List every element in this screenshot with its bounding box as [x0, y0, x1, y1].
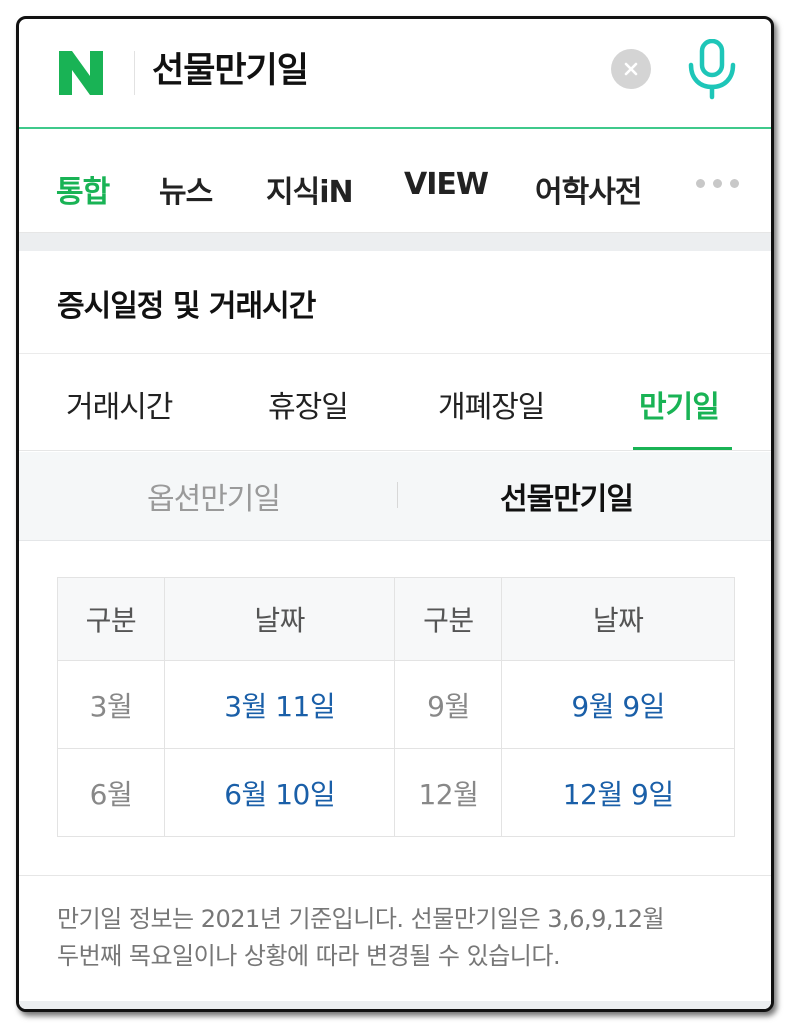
table-header-row: 구분 날짜 구분 날짜 [57, 577, 735, 661]
card-sub-tabs: 거래시간 휴장일 개폐장일 만기일 [19, 354, 771, 451]
tab-view[interactable]: VIEW [404, 167, 489, 202]
tab-integrated[interactable]: 통합 [56, 167, 110, 211]
microphone-icon[interactable] [684, 39, 740, 101]
more-icon[interactable] [696, 179, 739, 188]
clear-search-button[interactable] [611, 49, 651, 89]
active-tab-indicator [633, 447, 732, 450]
search-divider [134, 51, 135, 95]
header-category: 구분 [394, 577, 503, 661]
header-date: 날짜 [163, 577, 396, 661]
date-cell[interactable]: 3월 11일 [163, 660, 396, 749]
sub-tab-holidays[interactable]: 휴장일 [268, 382, 349, 426]
segment-option-expiration[interactable]: 옵션만기일 [147, 474, 281, 518]
tab-news[interactable]: 뉴스 [159, 167, 213, 211]
month-cell: 9월 [394, 660, 503, 749]
tab-dictionary[interactable]: 어학사전 [535, 167, 642, 211]
date-cell[interactable]: 6월 10일 [163, 748, 396, 837]
section-gap [19, 233, 771, 251]
month-cell: 3월 [57, 660, 165, 749]
notice-text: 만기일 정보는 2021년 기준입니다. 선물만기일은 3,6,9,12월 두번… [57, 901, 747, 975]
expiration-type-switch: 옵션만기일 선물만기일 [19, 452, 771, 541]
sub-tab-trading-hours[interactable]: 거래시간 [66, 382, 173, 426]
phone-frame: 선물만기일 통합 뉴스 지식iN VIEW 어학사전 증시일정 및 거래시간 거… [16, 16, 774, 1012]
sub-tab-expiration[interactable]: 만기일 [639, 382, 720, 426]
footer-gap [19, 1001, 771, 1009]
header-date: 날짜 [501, 577, 735, 661]
segment-divider [397, 482, 398, 508]
table-row: 3월 3월 11일 9월 9월 9일 [57, 660, 735, 749]
date-cell[interactable]: 12월 9일 [501, 748, 735, 837]
tab-kin[interactable]: 지식iN [266, 167, 354, 211]
header-category: 구분 [57, 577, 165, 661]
segment-futures-expiration[interactable]: 선물만기일 [500, 474, 634, 518]
search-tabs: 통합 뉴스 지식iN VIEW 어학사전 [19, 131, 771, 233]
notice-divider [19, 875, 771, 876]
close-icon [624, 62, 638, 76]
month-cell: 12월 [394, 748, 503, 837]
card-title: 증시일정 및 거래시간 [57, 289, 316, 324]
table-row: 6월 6월 10일 12월 12월 9일 [57, 748, 735, 837]
expiration-table: 구분 날짜 구분 날짜 3월 3월 11일 9월 9월 9일 6월 6월 10일… [57, 577, 735, 837]
search-input[interactable]: 선물만기일 [152, 47, 309, 95]
search-bar: 선물만기일 [19, 19, 771, 129]
naver-logo[interactable] [55, 47, 107, 99]
date-cell[interactable]: 9월 9일 [501, 660, 735, 749]
notice-line: 만기일 정보는 2021년 기준입니다. 선물만기일은 3,6,9,12월 [57, 905, 665, 933]
sub-tab-open-close-days[interactable]: 개폐장일 [438, 382, 545, 426]
month-cell: 6월 [57, 748, 165, 837]
notice-line: 두번째 목요일이나 상황에 따라 변경될 수 있습니다. [57, 942, 561, 970]
